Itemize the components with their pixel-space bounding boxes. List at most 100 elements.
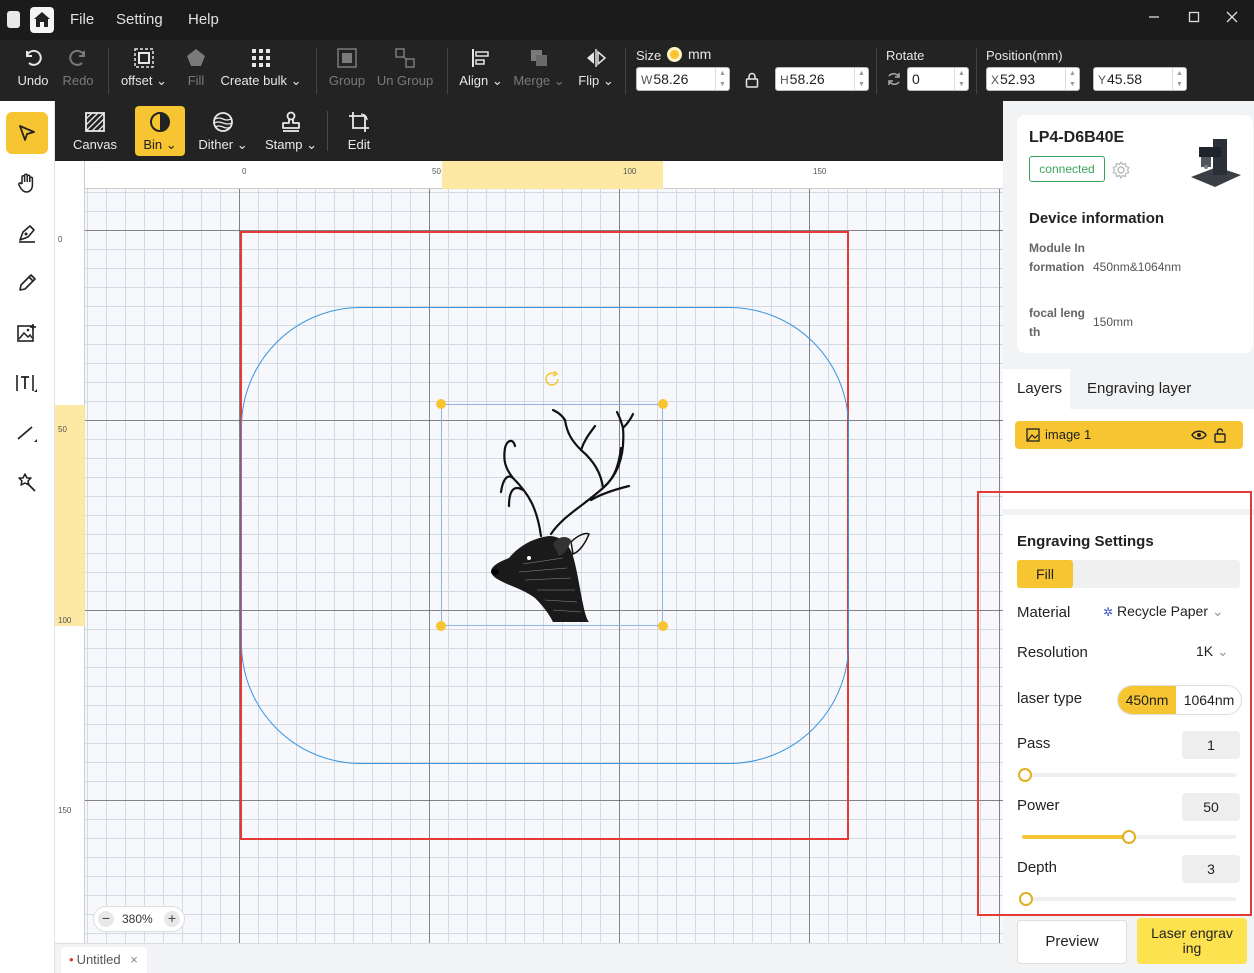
action-buttons: Preview Laser engraving [1003,916,1254,973]
ruler-h-0: 0 [242,167,247,176]
hand-icon [18,173,34,193]
stamp-icon [282,111,300,132]
position-x-input[interactable]: X52.93 ▲ ▼ [986,67,1080,91]
canvas-button[interactable]: Canvas ⌄ [67,106,123,167]
menu-setting[interactable]: Setting [116,11,163,28]
merge-button[interactable]: Merge ⌄ [512,46,566,96]
zoom-out-button[interactable]: − [98,911,114,927]
highlight-annotation-box [977,491,1252,916]
offset-icon [134,48,154,68]
group-icon [337,48,357,68]
align-icon [472,49,489,67]
eye-icon[interactable] [1191,428,1207,442]
dither-button[interactable]: Dither ⌄ [197,106,249,156]
device-name: LP4-D6B40E [1029,129,1125,146]
position-y-input[interactable]: Y45.58 ▲ ▼ [1093,67,1187,91]
rotate-label: Rotate [886,48,925,63]
image-tool[interactable] [6,312,48,354]
menu-help[interactable]: Help [188,11,219,28]
maximize-icon [1188,11,1200,23]
add-image-icon [17,324,36,342]
width-input[interactable]: W58.26 ▲ ▼ [636,67,730,91]
line-tool[interactable] [6,412,48,454]
main-toolbar: Undo Redo offset ⌄ Fill Create bulk ⌄ Gr… [0,40,1254,101]
close-tab-button[interactable]: × [130,952,138,967]
edit-button[interactable]: Edit [337,106,381,156]
grid-icon [252,49,270,67]
resize-handle-tl[interactable] [436,399,446,409]
select-tool[interactable] [6,112,48,154]
lock-icon[interactable] [745,72,759,88]
fill-button[interactable]: Fill [180,46,212,96]
group-button[interactable]: Group [326,46,368,96]
zoom-in-button[interactable]: + [164,911,180,927]
module-info-value: 450nm&1064nm [1093,260,1182,274]
pentagon-icon [187,49,205,66]
text-tool[interactable] [6,362,48,404]
close-icon [1226,11,1238,23]
resize-handle-bl[interactable] [436,621,446,631]
canvas-area[interactable]: − 380% + [55,161,1003,943]
height-input[interactable]: H58.26 ▲ ▼ [775,67,869,91]
panel-tabs: Layers Engraving layer [1003,369,1254,409]
zoom-control: − 380% + [93,906,185,932]
size-label: Size [636,48,662,63]
bin-button[interactable]: Bin ⌄ [135,106,185,156]
focal-length-label: focal length [1029,306,1086,339]
ungroup-button[interactable]: Un Group [376,46,434,96]
crop-edit-icon [349,112,369,132]
rotate-input[interactable]: 0 ▲ ▼ [907,67,969,91]
maximize-button[interactable] [1184,10,1204,30]
text-icon [16,375,37,392]
menu-file[interactable]: File [70,11,94,28]
ruler-v-100: 100 [58,616,72,625]
magic-tool[interactable] [6,462,48,504]
align-button[interactable]: Align ⌄ [458,46,504,96]
ruler-v-0: 0 [58,235,63,244]
pen-tool[interactable] [6,212,48,254]
flip-button[interactable]: Flip ⌄ [576,46,616,96]
close-button[interactable] [1222,10,1242,30]
ruler-v-150: 150 [58,806,72,815]
device-card: LP4-D6B40E connected Device information … [1017,115,1253,353]
unlock-icon[interactable] [1213,427,1227,443]
preview-button[interactable]: Preview [1017,920,1127,964]
redo-button[interactable]: Redo [60,46,96,96]
ruler-v-50: 50 [58,425,67,434]
offset-button[interactable]: offset ⌄ [118,46,170,96]
resize-handle-tr[interactable] [658,399,668,409]
pencil-icon [19,274,36,291]
document-tab[interactable]: • Untitled × [61,947,147,973]
tab-layers[interactable]: Layers [1003,369,1070,409]
magic-wand-icon [18,473,36,492]
vertical-ruler [55,161,85,943]
pan-tool[interactable] [6,162,48,204]
rotate-handle-icon[interactable] [542,369,562,389]
line-icon [17,426,37,442]
minimize-button[interactable] [1144,10,1164,30]
resize-handle-br[interactable] [658,621,668,631]
gear-icon[interactable] [1111,160,1131,180]
left-toolbar [0,101,55,973]
unit-label: mm [688,46,712,62]
horizontal-ruler [55,161,1003,189]
pointer-icon [19,125,35,141]
layer-item[interactable]: image 1 [1015,421,1243,449]
laser-engraving-button[interactable]: Laser engraving [1137,918,1247,964]
undo-button[interactable]: Undo [14,46,52,96]
unit-toggle[interactable] [667,47,682,62]
create-bulk-button[interactable]: Create bulk ⌄ [220,46,302,96]
image-layer-icon [1026,428,1040,442]
home-button[interactable] [30,7,54,33]
pencil-tool[interactable] [6,262,48,304]
app-icon [7,11,20,28]
rotate-icon [888,73,900,85]
tab-engraving-layer[interactable]: Engraving layer [1087,369,1227,409]
stamp-button[interactable]: Stamp ⌄ [263,106,319,156]
layer-name: image 1 [1045,427,1092,442]
hatch-square-icon [85,112,105,132]
ruler-h-150: 150 [813,167,827,176]
laser-engraver-device-icon [1191,139,1241,187]
pen-nib-icon [19,225,35,243]
deer-head-image[interactable] [453,408,653,623]
